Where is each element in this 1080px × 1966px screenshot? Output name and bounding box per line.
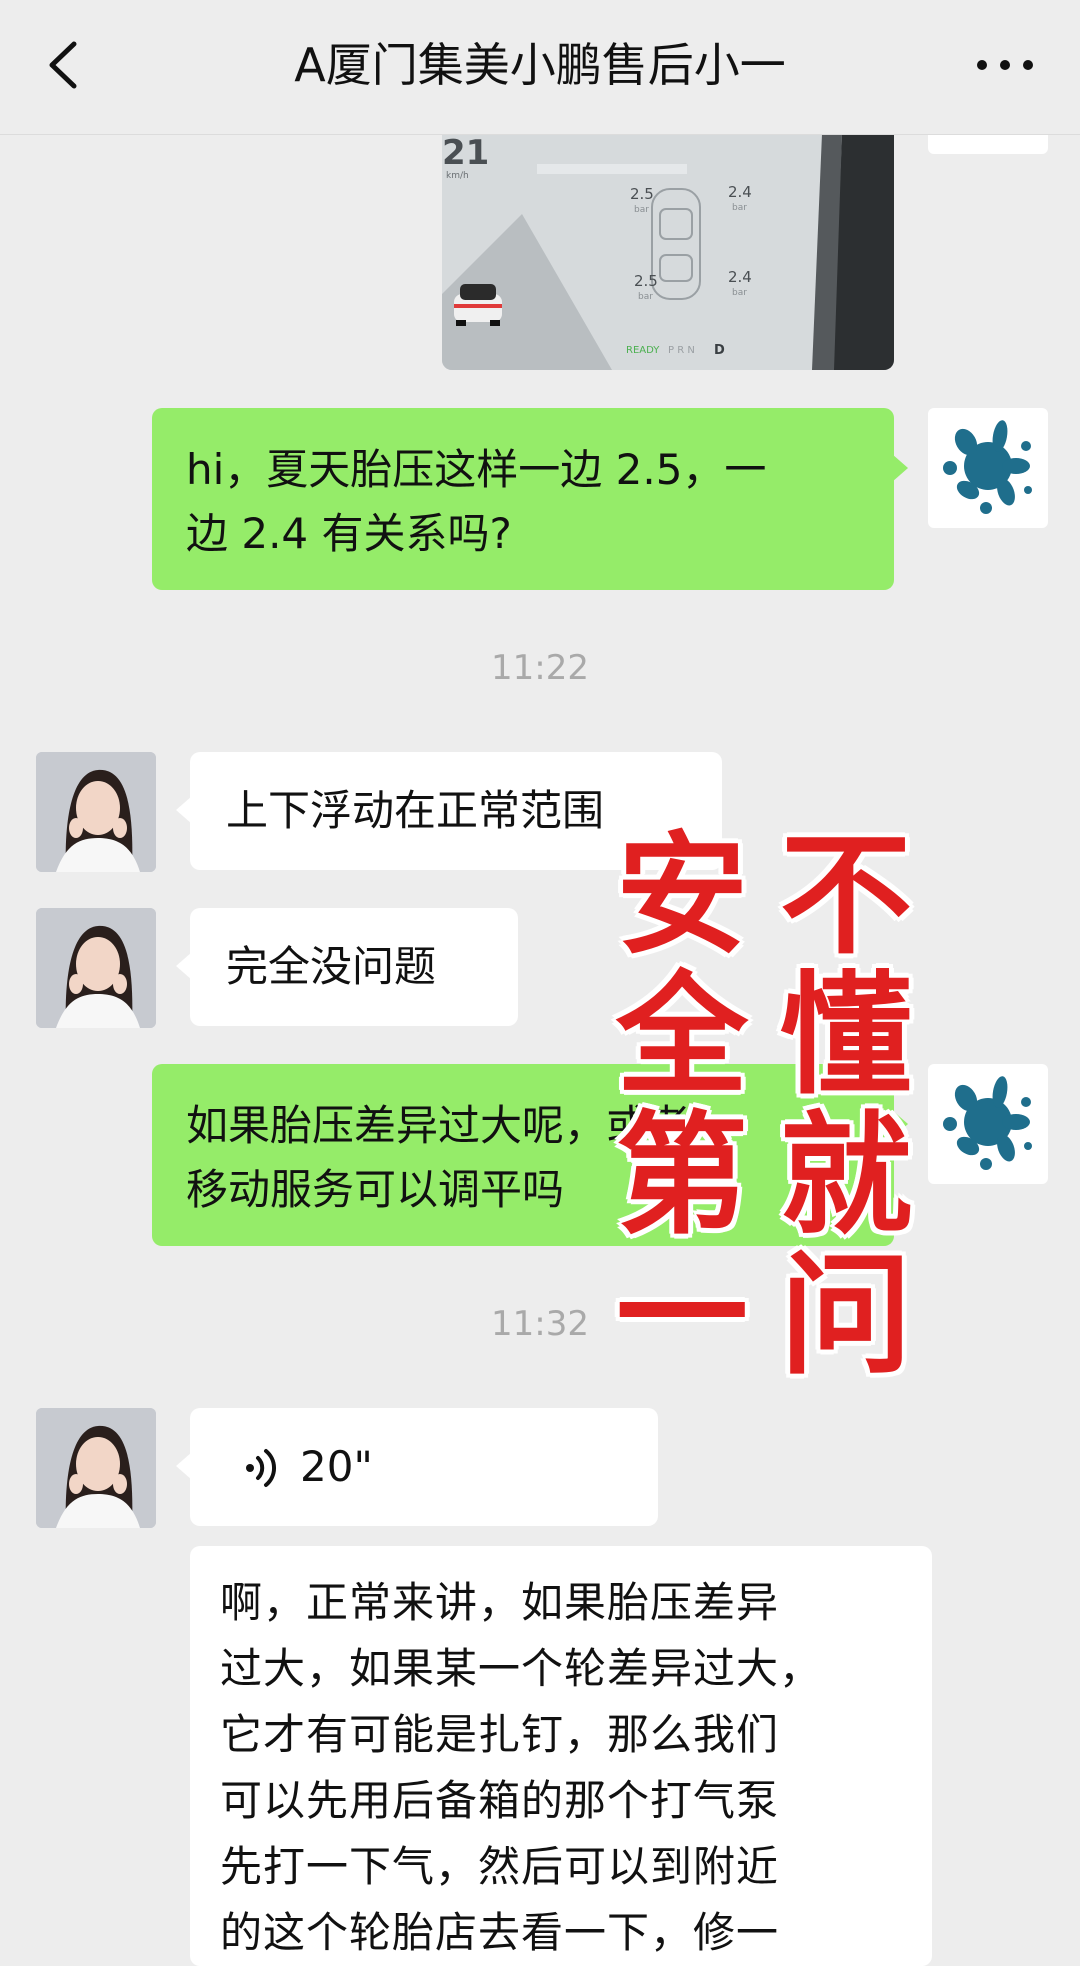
message-text: 如果胎压差异过大呢，或者 移动服务可以调平吗 [186, 1101, 691, 1214]
tire-front-right-unit: bar [732, 203, 747, 213]
chat-title: A厦门集美小鹏售后小一 [294, 38, 786, 92]
overlay-char: 一 [616, 1239, 748, 1393]
more-button[interactable] [970, 40, 1040, 90]
message-text: 完全没问题 [226, 942, 437, 991]
overlay-char: 懂 [780, 959, 912, 1113]
voice-duration: 20" [300, 1442, 373, 1491]
avatar-self[interactable] [928, 408, 1048, 528]
overlay-char: 全 [616, 959, 748, 1113]
dashboard-image: 21 km/h 2.5 bar 2.4 bar 2.5 bar 2.4 bar … [442, 134, 894, 370]
avatar-self[interactable] [928, 1064, 1048, 1184]
overlay-caption-right: 不 懂 就 问 [776, 830, 916, 1390]
avatar-self-partial[interactable] [928, 134, 1048, 154]
overlay-char: 就 [780, 1099, 912, 1253]
avatar-agent[interactable] [36, 752, 156, 872]
speed-unit: km/h [446, 171, 469, 181]
more-dots-icon [977, 60, 1033, 70]
voice-wave-icon [246, 1449, 277, 1487]
avatar-agent[interactable] [36, 1408, 156, 1528]
overlay-char: 不 [780, 819, 912, 973]
overlay-char: 问 [780, 1239, 912, 1393]
voice-message-bubble[interactable]: 20" [176, 1408, 658, 1526]
gear-active: D [714, 343, 725, 358]
paint-splash-icon [943, 1076, 1032, 1170]
chat-header: A厦门集美小鹏售后小一 [0, 0, 1080, 135]
tire-rear-left: 2.5 [634, 272, 658, 290]
tire-rear-right: 2.4 [728, 268, 752, 286]
agent-portrait-icon [36, 908, 156, 1028]
message-text: 啊，正常来讲，如果胎压差异 过大，如果某一个轮差异过大， 它才有可能是扎钉，那么… [220, 1578, 823, 1957]
tire-rear-left-unit: bar [638, 292, 653, 302]
timestamp: 11:32 [491, 1304, 589, 1344]
overlay-char: 第 [616, 1099, 748, 1253]
speed-readout: 21 [442, 134, 489, 173]
agent-portrait-icon [36, 1408, 156, 1528]
gear-letters: P R N [668, 345, 695, 356]
message-bubble-agent-long[interactable]: 啊，正常来讲，如果胎压差异 过大，如果某一个轮差异过大， 它才有可能是扎钉，那么… [190, 1546, 932, 1966]
agent-portrait-icon [36, 752, 156, 872]
tire-rear-right-unit: bar [732, 288, 747, 298]
message-bubble-self[interactable]: hi，夏天胎压这样一边 2.5，一 边 2.4 有关系吗? [152, 408, 908, 590]
avatar-agent[interactable] [36, 908, 156, 1028]
tire-front-right: 2.4 [728, 183, 752, 201]
overlay-caption-left: 安 全 第 一 [612, 830, 752, 1390]
tire-front-left: 2.5 [630, 185, 654, 203]
back-chevron-icon [49, 41, 77, 89]
gear-ready-label: READY [626, 345, 660, 356]
overlay-char: 安 [616, 819, 748, 973]
back-button[interactable] [36, 30, 96, 100]
message-text: hi，夏天胎压这样一边 2.5，一 边 2.4 有关系吗? [186, 445, 767, 558]
dashboard-photo[interactable]: 21 km/h 2.5 bar 2.4 bar 2.5 bar 2.4 bar … [442, 134, 894, 370]
timestamp: 11:22 [491, 648, 589, 688]
tire-front-left-unit: bar [634, 205, 649, 215]
paint-splash-icon [943, 420, 1032, 514]
message-bubble-agent[interactable]: 完全没问题 [176, 908, 518, 1026]
